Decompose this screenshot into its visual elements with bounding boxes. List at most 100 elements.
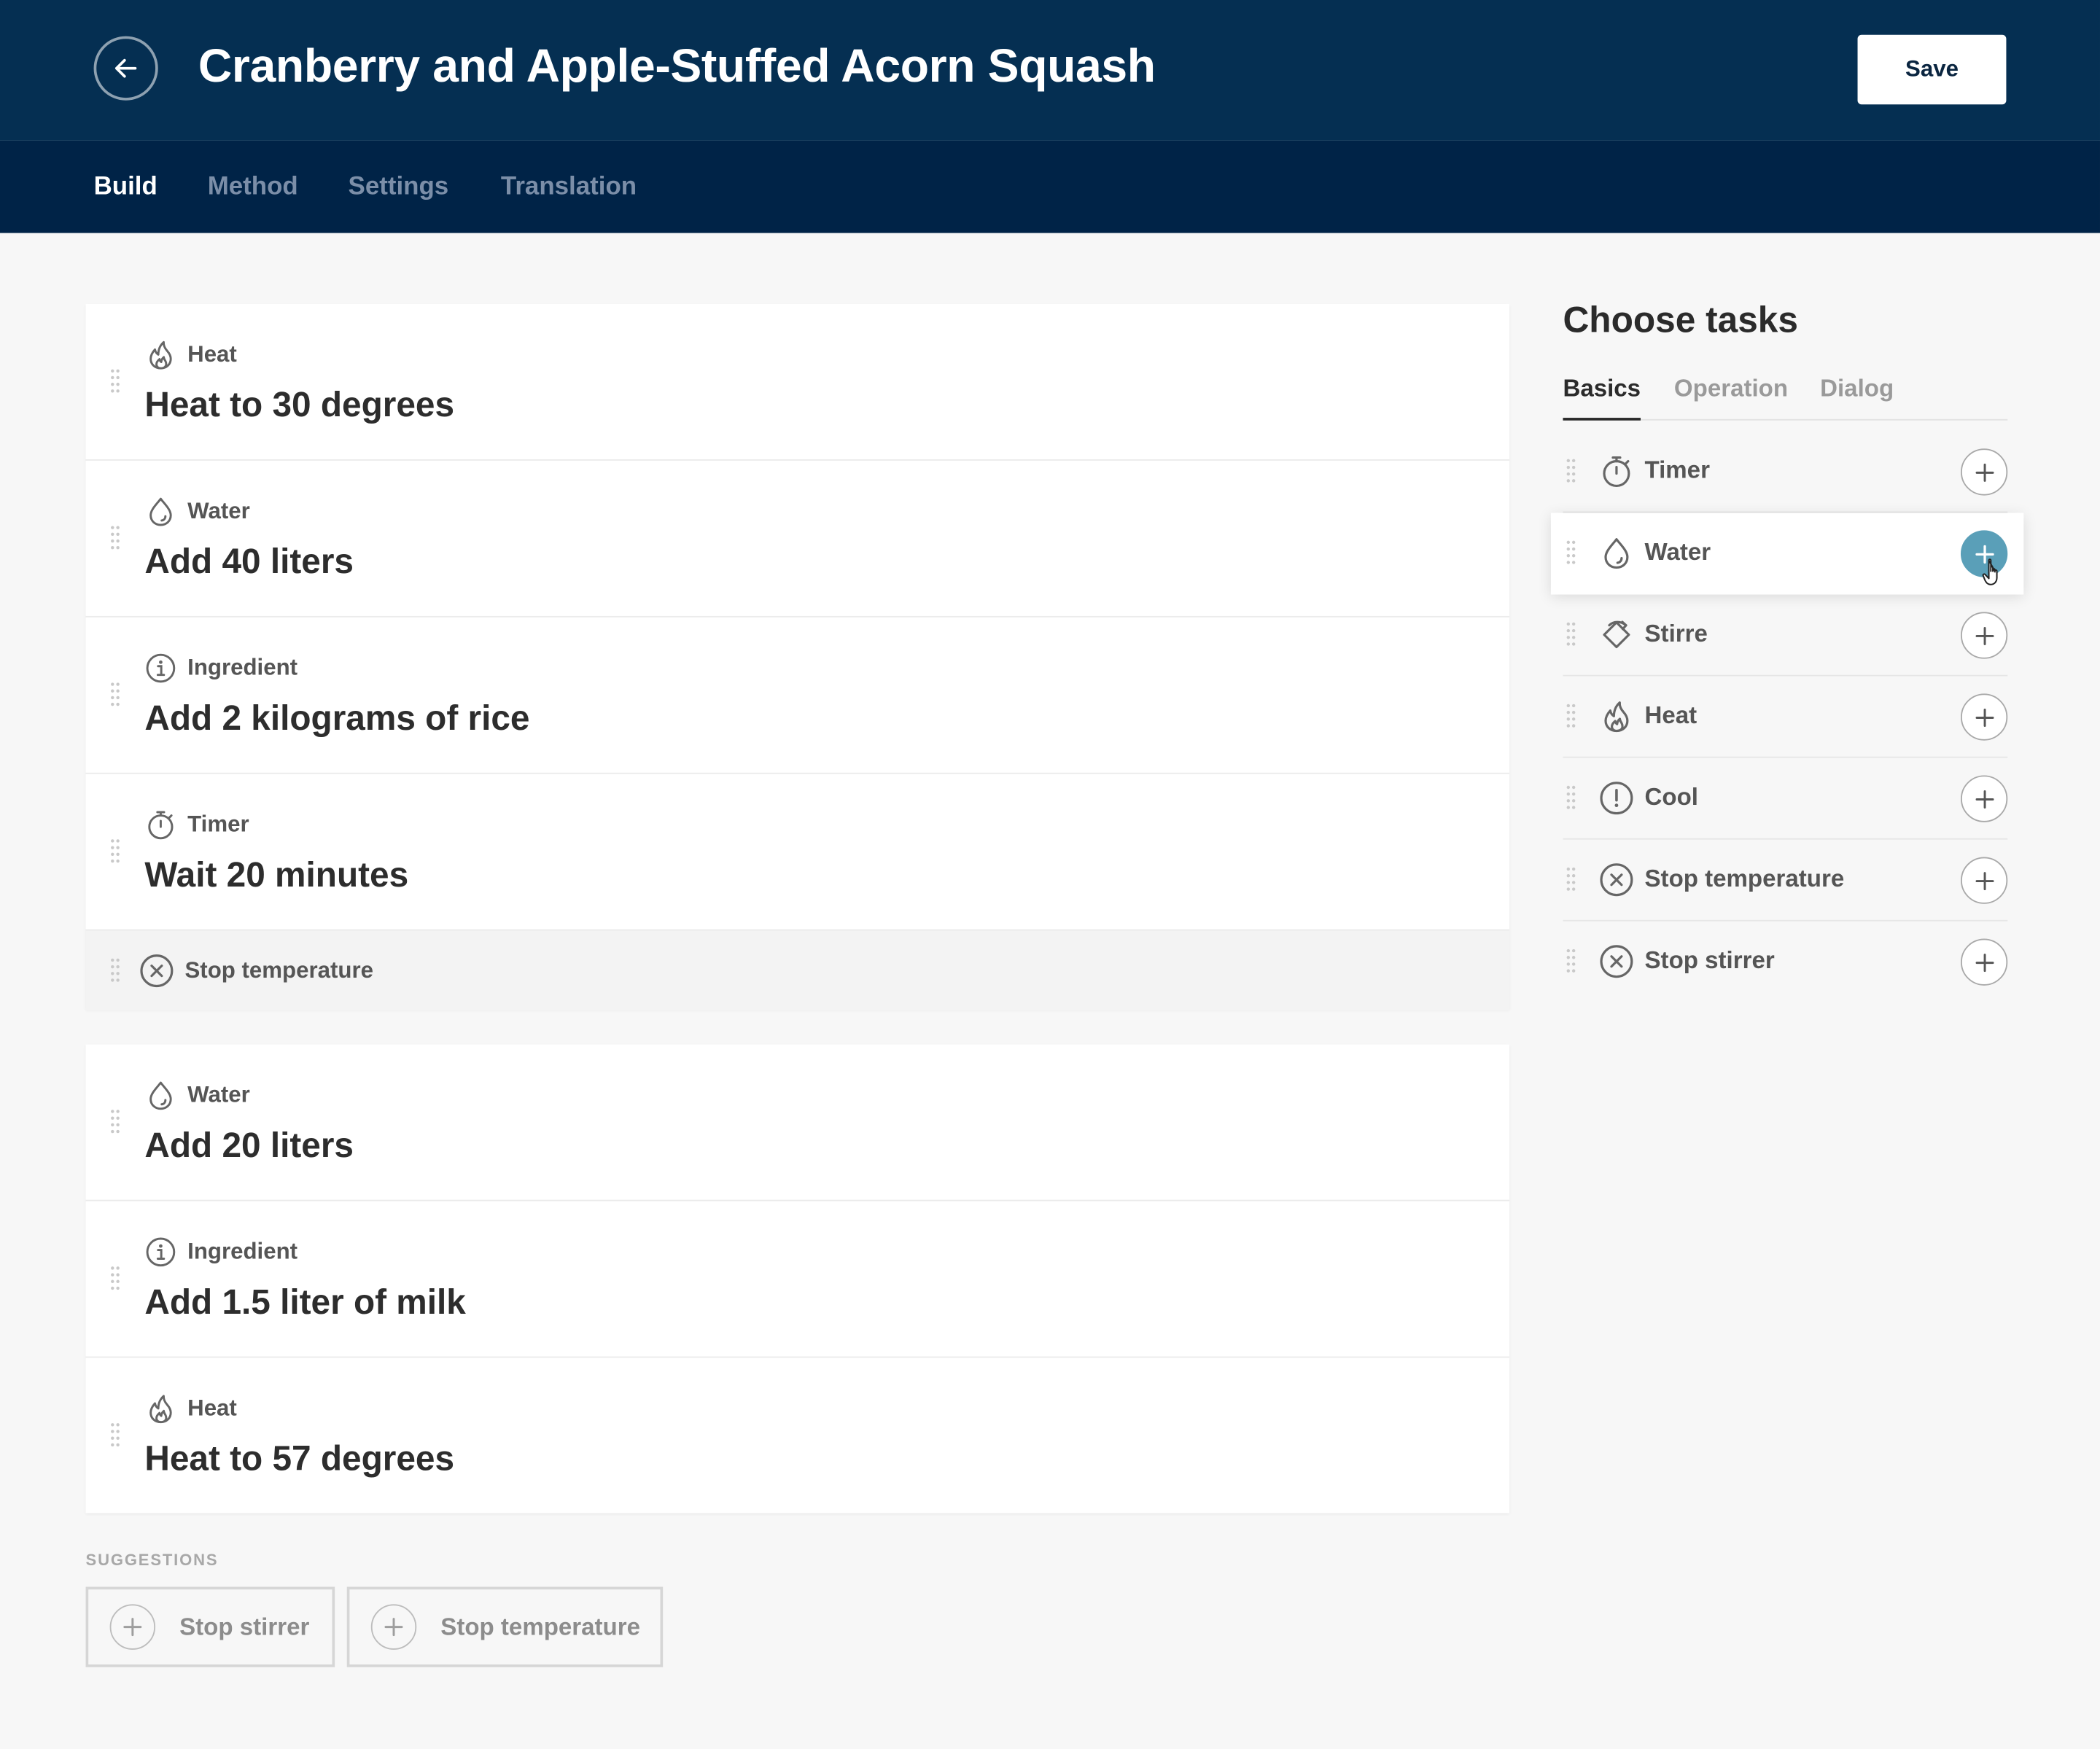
tab-settings[interactable]: Settings <box>349 173 449 202</box>
suggestion-stop-stirrer[interactable]: Stop stirrer <box>85 1586 335 1667</box>
plus-icon <box>109 1604 156 1650</box>
plus-icon <box>1975 626 1994 645</box>
step-type: Heat <box>144 1392 237 1425</box>
task-label: Timer <box>1644 456 1710 484</box>
step-card[interactable]: Timer Wait 20 minutes <box>85 774 1509 931</box>
task-item-heat[interactable]: Heat <box>1563 677 2008 758</box>
step-type-label: Ingredient <box>187 655 298 681</box>
page-title: Cranberry and Apple-Stuffed Acorn Squash <box>198 40 1156 93</box>
drag-handle-icon[interactable] <box>110 525 121 552</box>
step-card[interactable]: Heat Heat to 30 degrees <box>85 304 1509 461</box>
drag-handle-icon[interactable] <box>1566 458 1576 485</box>
add-task-button[interactable] <box>1960 938 2008 986</box>
task-item-stop-stirrer[interactable]: Stop stirrer <box>1563 922 2008 1003</box>
x-circle-icon <box>1600 945 1633 978</box>
tab-translation[interactable]: Translation <box>501 173 637 202</box>
flame-icon <box>1604 701 1629 733</box>
plus-icon <box>1975 790 1994 809</box>
drag-handle-icon[interactable] <box>110 838 121 865</box>
task-item-cool[interactable]: Cool <box>1563 758 2008 840</box>
step-card[interactable]: Water Add 20 liters <box>85 1045 1509 1201</box>
drag-handle-icon[interactable] <box>110 1109 121 1136</box>
drop-icon <box>149 1081 172 1110</box>
drag-handle-icon[interactable] <box>1566 784 1576 811</box>
drag-handle-icon[interactable] <box>110 1422 121 1449</box>
drag-handle-icon[interactable] <box>110 1266 121 1293</box>
task-label: Cool <box>1644 783 1698 811</box>
task-item-stirre[interactable]: Stirre <box>1563 595 2008 677</box>
task-item-timer[interactable]: Timer <box>1563 431 2008 513</box>
drag-handle-icon[interactable] <box>110 957 121 984</box>
step-group-1: Heat Heat to 30 degrees Water Add 40 lit… <box>85 303 1509 1011</box>
suggestion-stop-temperature[interactable]: Stop temperature <box>346 1586 664 1667</box>
task-item-water[interactable]: Water <box>1550 513 2024 595</box>
plus-icon <box>370 1604 417 1650</box>
main-tabs: Build Method Settings Translation <box>0 140 2100 233</box>
alert-circle-icon <box>1600 782 1633 815</box>
tab-build[interactable]: Build <box>94 173 158 202</box>
substep-card[interactable]: Stop temperature <box>85 930 1509 1011</box>
step-card[interactable]: Ingredient Add 2 kilograms of rice <box>85 618 1509 774</box>
drag-handle-icon[interactable] <box>1566 703 1576 730</box>
add-task-button[interactable] <box>1960 693 2008 741</box>
task-label: Water <box>1644 538 1711 566</box>
add-task-button[interactable] <box>1960 448 2008 496</box>
step-type-label: Heat <box>187 1395 237 1421</box>
sidebar-title: Choose tasks <box>1563 300 1798 340</box>
step-text: Add 1.5 liter of milk <box>144 1281 466 1322</box>
drop-icon <box>1604 538 1629 569</box>
step-type: Timer <box>144 809 249 841</box>
timer-icon <box>148 811 174 840</box>
step-text: Heat to 57 degrees <box>144 1438 455 1479</box>
info-icon <box>146 653 176 683</box>
step-card[interactable]: Water Add 40 liters <box>85 461 1509 618</box>
drag-handle-icon[interactable] <box>110 368 121 395</box>
sidebar-tabs: Basics Operation Dialog <box>1563 373 2008 421</box>
sidebar-tab-basics[interactable]: Basics <box>1563 375 1641 421</box>
add-task-button[interactable] <box>1960 857 2008 904</box>
step-text: Wait 20 minutes <box>144 854 409 895</box>
plus-icon <box>1975 462 1994 481</box>
tab-method[interactable]: Method <box>208 173 298 202</box>
step-card[interactable]: Ingredient Add 1.5 liter of milk <box>85 1201 1509 1358</box>
step-type: Heat <box>144 339 237 371</box>
step-type-label: Timer <box>187 811 249 837</box>
arrow-left-icon <box>114 58 137 78</box>
task-label: Stirre <box>1644 620 1708 647</box>
x-circle-icon <box>140 954 174 988</box>
step-type: Stop temperature <box>139 954 373 989</box>
flame-icon <box>149 1395 172 1424</box>
add-task-button[interactable] <box>1960 612 2008 659</box>
drag-handle-icon[interactable] <box>1566 539 1576 566</box>
drag-handle-icon[interactable] <box>110 682 121 709</box>
plus-icon <box>1975 871 1994 890</box>
hand-cursor-icon <box>1982 558 1998 585</box>
sidebar-tab-operation[interactable]: Operation <box>1674 375 1788 403</box>
step-type: Ingredient <box>144 1236 298 1268</box>
step-text: Add 40 liters <box>144 541 354 582</box>
step-type-label: Ingredient <box>187 1238 298 1264</box>
drag-handle-icon[interactable] <box>1566 866 1576 893</box>
save-button[interactable]: Save <box>1857 34 2007 105</box>
add-task-button[interactable] <box>1960 775 2008 822</box>
step-text: Heat to 30 degrees <box>144 384 455 425</box>
drag-handle-icon[interactable] <box>1566 621 1576 648</box>
task-item-stop-temperature[interactable]: Stop temperature <box>1563 840 2008 922</box>
step-type-label: Heat <box>187 341 237 367</box>
flame-icon <box>149 340 172 370</box>
step-card[interactable]: Heat Heat to 57 degrees <box>86 1357 1509 1513</box>
drag-handle-icon[interactable] <box>1566 948 1576 975</box>
back-button[interactable] <box>93 36 158 101</box>
plus-icon <box>1975 708 1994 727</box>
step-text: Add 2 kilograms of rice <box>144 697 530 739</box>
suggestions-label: SUGGESTIONS <box>85 1550 219 1570</box>
x-circle-icon <box>1600 863 1633 897</box>
task-label: Stop stirrer <box>1644 946 1775 974</box>
suggestion-label: Stop stirrer <box>179 1613 310 1640</box>
sidebar-tab-dialog[interactable]: Dialog <box>1820 375 1894 403</box>
step-text: Add 20 liters <box>144 1124 354 1165</box>
app-header: Cranberry and Apple-Stuffed Acorn Squash… <box>0 0 2100 141</box>
substep-label: Stop temperature <box>184 957 373 983</box>
recipe-builder-page: Cranberry and Apple-Stuffed Acorn Squash… <box>0 0 2100 1749</box>
task-label: Stop temperature <box>1644 865 1845 892</box>
